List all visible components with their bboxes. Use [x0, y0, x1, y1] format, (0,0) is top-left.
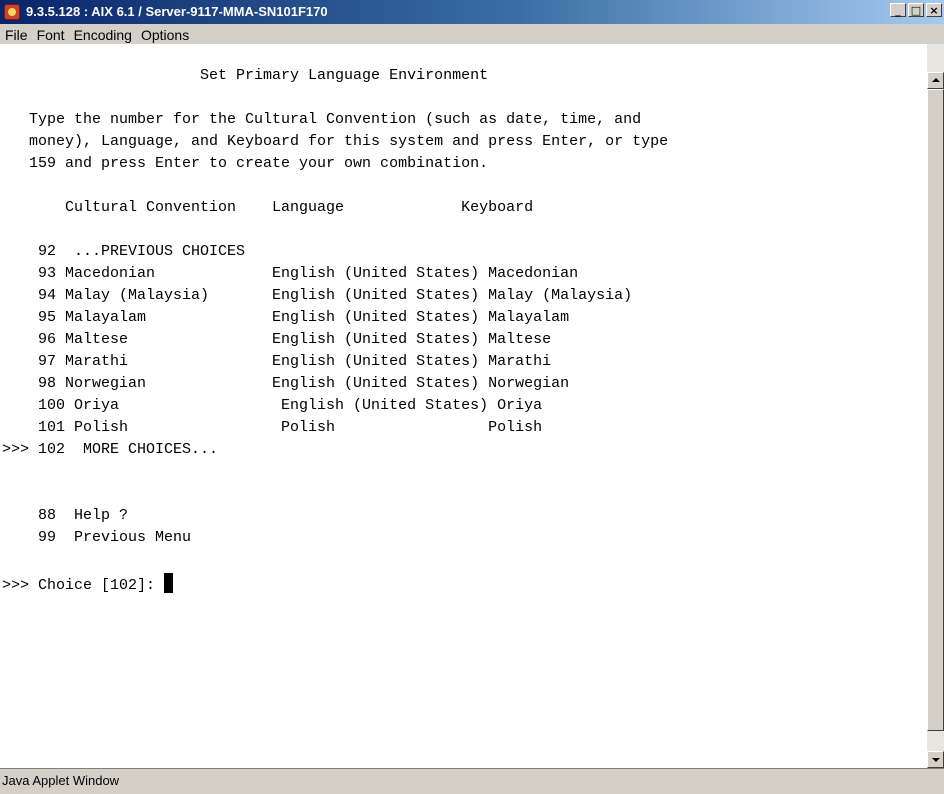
scroll-thumb[interactable] — [927, 89, 944, 731]
status-bar: Java Applet Window — [0, 768, 944, 794]
terminal-line: 100 Oriya English (United States) Oriya — [2, 397, 543, 414]
window-controls: _ □ × — [890, 3, 942, 17]
terminal-line: 94 Malay (Malaysia) English (United Stat… — [2, 287, 633, 304]
close-button[interactable]: × — [926, 3, 942, 17]
terminal-line: Set Primary Language Environment — [2, 67, 489, 84]
terminal-line: Type the number for the Cultural Convent… — [2, 111, 642, 128]
java-app-icon — [4, 4, 20, 20]
terminal-line: 98 Norwegian English (United States) Nor… — [2, 375, 570, 392]
terminal-line: Cultural Convention Language Keyboard — [2, 199, 534, 216]
terminal-line: 96 Maltese English (United States) Malte… — [2, 331, 552, 348]
terminal-line: 159 and press Enter to create your own c… — [2, 155, 489, 172]
window-title: 9.3.5.128 : AIX 6.1 / Server-9117-MMA-SN… — [26, 4, 328, 19]
terminal-line: 88 Help ? — [2, 507, 129, 524]
menu-encoding[interactable]: Encoding — [69, 24, 136, 44]
terminal-line: 92 ...PREVIOUS CHOICES — [2, 243, 246, 260]
menu-font[interactable]: Font — [32, 24, 69, 44]
status-text: Java Applet Window — [2, 773, 120, 788]
title-bar[interactable]: 9.3.5.128 : AIX 6.1 / Server-9117-MMA-SN… — [0, 0, 944, 24]
minimize-button[interactable]: _ — [890, 3, 906, 17]
terminal-line: 99 Previous Menu — [2, 529, 192, 546]
terminal-line: 97 Marathi English (United States) Marat… — [2, 353, 552, 370]
terminal-line: >>> 102 MORE CHOICES... — [2, 441, 219, 458]
terminal-window: 9.3.5.128 : AIX 6.1 / Server-9117-MMA-SN… — [0, 0, 944, 794]
text-cursor — [164, 573, 174, 593]
scroll-down-button[interactable] — [927, 751, 944, 768]
arrow-down-icon — [932, 758, 940, 762]
terminal-line: money), Language, and Keyboard for this … — [2, 133, 669, 150]
terminal-screen[interactable]: Set Primary Language Environment Type th… — [0, 44, 927, 768]
terminal-line: 95 Malayalam English (United States) Mal… — [2, 309, 570, 326]
terminal-line: 93 Macedonian English (United States) Ma… — [2, 265, 579, 282]
vertical-scrollbar[interactable] — [927, 44, 944, 768]
scroll-up-button[interactable] — [927, 72, 944, 89]
menu-options[interactable]: Options — [136, 24, 193, 44]
terminal-line: 101 Polish Polish Polish — [2, 419, 543, 436]
arrow-up-icon — [932, 78, 940, 82]
menu-bar: File Font Encoding Options — [0, 24, 944, 44]
menu-file[interactable]: File — [0, 24, 32, 44]
maximize-button[interactable]: □ — [908, 3, 924, 17]
terminal-line: >>> Choice [102]: — [2, 573, 174, 595]
